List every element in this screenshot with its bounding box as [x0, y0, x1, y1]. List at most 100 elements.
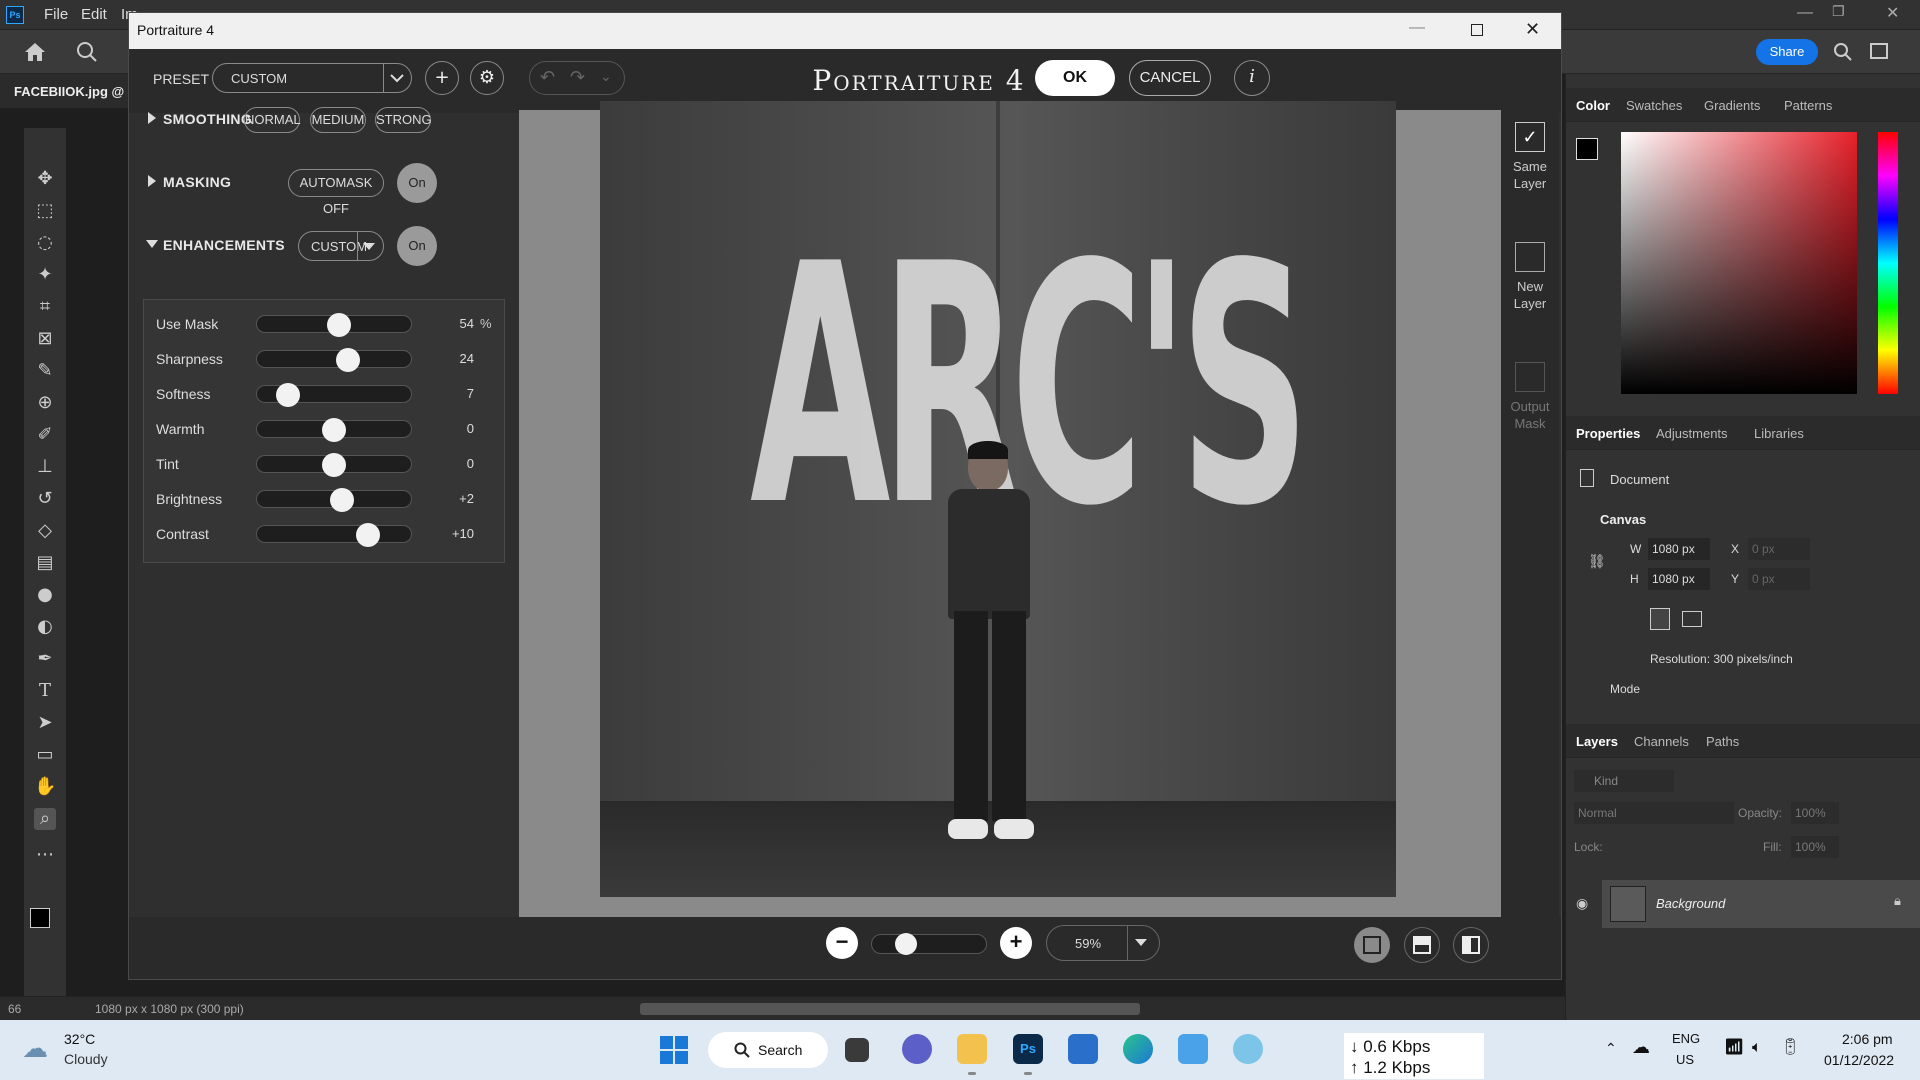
slider-knob[interactable] [322, 418, 346, 442]
rectangle-tool-icon[interactable]: ▭ [34, 744, 56, 766]
clock-date[interactable]: 01/12/2022 [1824, 1052, 1894, 1068]
zoom-in-button[interactable]: + [1000, 927, 1032, 959]
preview-photo[interactable]: ARC'S [600, 101, 1396, 897]
slider-value[interactable]: 0 [440, 421, 474, 436]
hand-tool-icon[interactable]: ✋ [34, 776, 56, 798]
fg-color-swatch[interactable] [1576, 138, 1598, 160]
slider-knob[interactable] [275, 383, 300, 407]
zoom-tool-icon[interactable] [76, 41, 98, 63]
edge-icon[interactable] [1123, 1034, 1153, 1064]
enhancements-collapse-icon[interactable] [146, 239, 158, 249]
slider-value[interactable]: +10 [440, 526, 474, 541]
pen-tool-icon[interactable]: ✒ [34, 648, 56, 670]
tab-paths[interactable]: Paths [1706, 734, 1739, 749]
slider-track[interactable] [256, 383, 412, 407]
taskbar-search[interactable]: Search [708, 1032, 828, 1068]
smoothing-strong-button[interactable]: STRONG [375, 107, 432, 133]
marquee-tool-icon[interactable]: ⬚ [34, 200, 56, 222]
lasso-tool-icon[interactable]: ◌ [34, 232, 56, 254]
foreground-color-swatch[interactable] [30, 908, 50, 928]
onedrive-icon[interactable]: ☁ [1632, 1037, 1650, 1058]
dialog-maximize-icon[interactable] [1471, 24, 1483, 36]
start-button[interactable] [660, 1036, 688, 1064]
restore-icon[interactable]: ❐ [1832, 4, 1845, 20]
wifi-icon[interactable]: 📶︎ [1724, 1037, 1744, 1056]
dodge-tool-icon[interactable]: ◐ [34, 616, 56, 638]
weather-temp[interactable]: 32°C [64, 1031, 95, 1047]
smoothing-medium-button[interactable]: MEDIUM [310, 107, 366, 133]
opacity-field[interactable]: 100% [1791, 802, 1839, 824]
slider-track[interactable] [256, 453, 412, 477]
dialog-minimize-icon[interactable]: — [1409, 19, 1425, 37]
blur-tool-icon[interactable]: ● [34, 584, 56, 606]
file-explorer-icon[interactable] [957, 1034, 987, 1064]
canvas-width-field[interactable]: 1080 px [1648, 538, 1710, 560]
portrait-orientation-button[interactable] [1650, 608, 1670, 630]
cancel-button[interactable]: CANCEL [1129, 60, 1211, 96]
tab-color[interactable]: Color [1576, 98, 1610, 113]
tab-adjustments[interactable]: Adjustments [1656, 426, 1728, 441]
enhancements-preset-select[interactable]: CUSTOM [298, 231, 384, 261]
tab-properties[interactable]: Properties [1576, 426, 1640, 441]
masking-label[interactable]: MASKING [163, 174, 231, 190]
task-view-icon[interactable] [845, 1038, 869, 1062]
slider-value[interactable]: 24 [440, 351, 474, 366]
split-vertical-view-button[interactable] [1453, 927, 1489, 963]
same-layer-checkbox[interactable]: ✓ [1515, 122, 1545, 152]
new-layer-checkbox[interactable] [1515, 242, 1545, 272]
brush-tool-icon[interactable]: ✐ [34, 424, 56, 446]
settings-gear-icon[interactable]: ⚙ [470, 61, 504, 95]
layer-name[interactable]: Background [1656, 896, 1725, 911]
clock-time[interactable]: 2:06 pm [1842, 1031, 1893, 1047]
tray-chevron-icon[interactable]: ⌃ [1605, 1040, 1617, 1057]
search-icon[interactable] [1833, 42, 1853, 62]
canvas-x-field[interactable]: 0 px [1748, 538, 1810, 560]
photoshop-taskbar-icon[interactable]: Ps [1013, 1034, 1043, 1064]
enhancements-label[interactable]: ENHANCEMENTS [163, 237, 285, 253]
slider-value[interactable]: 0 [440, 456, 474, 471]
minimize-icon[interactable]: — [1797, 4, 1813, 22]
zoom-slider-knob[interactable] [895, 933, 918, 955]
fill-field[interactable]: 100% [1791, 836, 1839, 858]
canvas-y-field[interactable]: 0 px [1748, 568, 1810, 590]
menu-edit[interactable]: Edit [81, 6, 107, 23]
zoom-slider-track[interactable] [871, 933, 987, 955]
slider-value[interactable]: 7 [440, 386, 474, 401]
slider-value[interactable]: 54 [440, 316, 474, 331]
tab-channels[interactable]: Channels [1634, 734, 1689, 749]
ok-button[interactable]: OK [1035, 60, 1115, 96]
enhancements-on-toggle[interactable]: On [397, 226, 437, 266]
share-button[interactable]: Share [1756, 39, 1818, 65]
history-dropdown-icon[interactable]: ⌄ [600, 68, 612, 85]
magic-wand-tool-icon[interactable]: ✦ [34, 264, 56, 286]
slider-value[interactable]: +2 [440, 491, 474, 506]
slider-track[interactable] [256, 313, 412, 337]
smoothing-label[interactable]: SMOOTHING [163, 111, 252, 127]
slider-track[interactable] [256, 418, 412, 442]
slider-knob[interactable] [355, 523, 380, 547]
eye-icon[interactable]: ◉ [1576, 896, 1588, 912]
tab-patterns[interactable]: Patterns [1784, 98, 1832, 113]
layer-kind-filter[interactable]: Kind [1574, 770, 1674, 792]
healing-tool-icon[interactable]: ⊕ [34, 392, 56, 414]
more-tools-icon[interactable]: ⋯ [34, 844, 56, 866]
slider-knob[interactable] [335, 348, 360, 372]
move-tool-icon[interactable]: ✥ [34, 168, 56, 190]
undo-icon[interactable]: ↶ [540, 67, 555, 88]
smoothing-expand-icon[interactable] [147, 112, 157, 124]
tab-gradients[interactable]: Gradients [1704, 98, 1760, 113]
workspace-icon[interactable] [1870, 43, 1888, 59]
zoom-tool-icon[interactable]: ⌕ [34, 808, 56, 830]
slider-knob[interactable] [329, 488, 354, 512]
tab-libraries[interactable]: Libraries [1754, 426, 1804, 441]
eraser-tool-icon[interactable]: ◇ [34, 520, 56, 542]
notepad-icon[interactable] [1178, 1034, 1208, 1064]
masking-expand-icon[interactable] [147, 175, 157, 187]
slider-knob[interactable] [322, 453, 346, 477]
history-brush-tool-icon[interactable]: ↺ [34, 488, 56, 510]
gradient-tool-icon[interactable]: ▤ [34, 552, 56, 574]
horizontal-scrollbar[interactable] [640, 1003, 1140, 1015]
automask-button[interactable]: AUTOMASK OFF [288, 169, 384, 216]
layer-row[interactable]: Background 🔒︎ [1602, 880, 1920, 928]
weather-desc[interactable]: Cloudy [64, 1051, 108, 1067]
